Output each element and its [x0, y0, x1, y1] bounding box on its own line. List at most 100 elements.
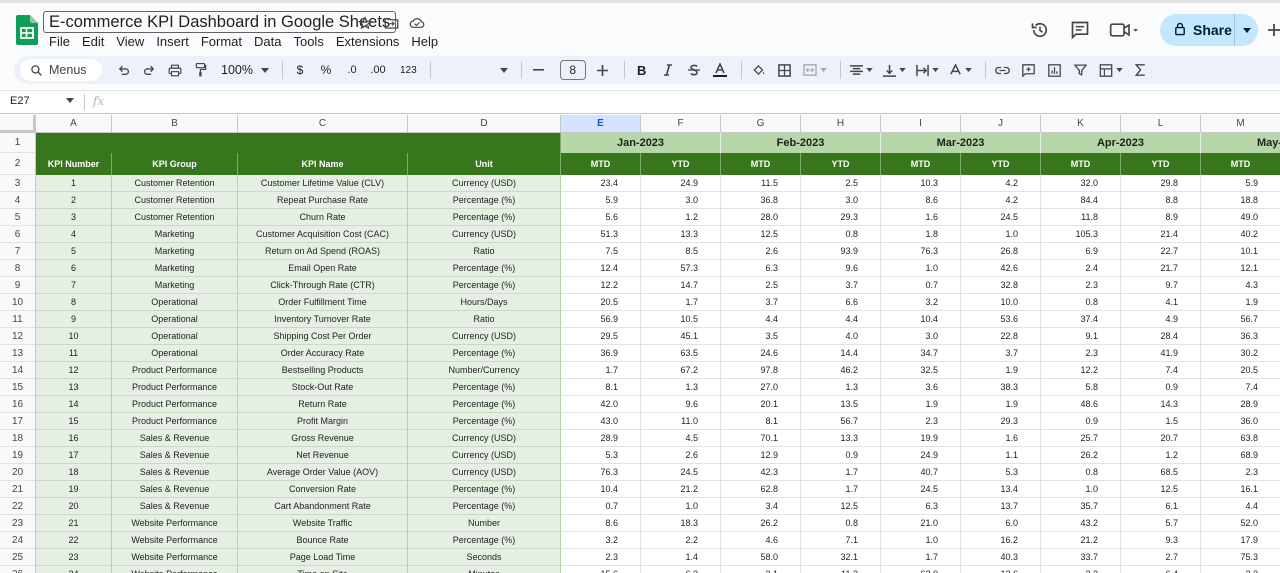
column-title-kpi-number[interactable]: KPI Number — [36, 153, 112, 175]
kpi-group-cell[interactable]: Website Performance — [112, 566, 238, 573]
value-cell[interactable]: 38.3 — [961, 379, 1041, 396]
kpi-name-cell[interactable]: Inventory Turnover Rate — [238, 311, 408, 328]
kpi-number-cell[interactable]: 12 — [36, 362, 112, 379]
value-cell[interactable]: 14.4 — [801, 345, 881, 362]
value-cell[interactable]: 6.3 — [721, 260, 801, 277]
menu-format[interactable]: Format — [195, 34, 248, 50]
unit-cell[interactable]: Percentage (%) — [408, 532, 561, 549]
value-cell[interactable]: 8.8 — [1121, 192, 1201, 209]
value-cell[interactable]: 22.7 — [1121, 243, 1201, 260]
value-cell[interactable]: 11.8 — [1041, 209, 1121, 226]
unit-cell[interactable]: Percentage (%) — [408, 413, 561, 430]
value-cell[interactable]: 56.7 — [1201, 311, 1280, 328]
kpi-number-cell[interactable]: 21 — [36, 515, 112, 532]
value-cell[interactable]: 41.9 — [1121, 345, 1201, 362]
value-cell[interactable]: 26.2 — [1041, 447, 1121, 464]
font-size-input[interactable]: 8 — [559, 60, 586, 80]
plus-icon[interactable] — [1258, 13, 1280, 47]
value-cell[interactable]: 2.3 — [881, 413, 961, 430]
value-cell[interactable]: 1.9 — [961, 362, 1041, 379]
menu-file[interactable]: File — [43, 34, 76, 50]
sub-header-mtd[interactable]: MTD — [1041, 153, 1121, 175]
kpi-number-cell[interactable]: 18 — [36, 464, 112, 481]
value-cell[interactable]: 5.9 — [561, 192, 641, 209]
value-cell[interactable]: 28.4 — [1121, 328, 1201, 345]
kpi-group-cell[interactable]: Sales & Revenue — [112, 447, 238, 464]
unit-cell[interactable]: Currency (USD) — [408, 226, 561, 243]
value-cell[interactable]: 13.3 — [801, 430, 881, 447]
value-cell[interactable]: 13.3 — [641, 226, 721, 243]
value-cell[interactable]: 7.4 — [1121, 362, 1201, 379]
kpi-number-cell[interactable]: 7 — [36, 277, 112, 294]
value-cell[interactable]: 12.1 — [1201, 260, 1280, 277]
value-cell[interactable]: 12.4 — [561, 260, 641, 277]
value-cell[interactable]: 9.3 — [1121, 532, 1201, 549]
kpi-name-cell[interactable]: Average Order Value (AOV) — [238, 464, 408, 481]
value-cell[interactable]: 32.1 — [801, 549, 881, 566]
kpi-group-cell[interactable]: Marketing — [112, 226, 238, 243]
value-cell[interactable]: 2.4 — [1041, 260, 1121, 277]
kpi-name-cell[interactable]: Bestselling Products — [238, 362, 408, 379]
value-cell[interactable]: 37.4 — [1041, 311, 1121, 328]
filter-icon[interactable] — [1070, 58, 1092, 82]
kpi-name-cell[interactable]: Customer Acquisition Cost (CAC) — [238, 226, 408, 243]
value-cell[interactable]: 2.3 — [1041, 345, 1121, 362]
kpi-number-cell[interactable]: 14 — [36, 396, 112, 413]
unit-cell[interactable]: Percentage (%) — [408, 379, 561, 396]
spreadsheet-grid[interactable]: A B C D E F G H I J K L M 1 2 3 4 5 6 7 8 9 10 11 12 13 14 15 16 17 18… — [0, 115, 1280, 573]
row-header[interactable]: 20 — [0, 464, 36, 481]
value-cell[interactable]: 21.7 — [1121, 260, 1201, 277]
value-cell[interactable]: 6.3 — [641, 566, 721, 573]
bold-button[interactable]: B — [631, 58, 653, 82]
value-cell[interactable]: 16.1 — [1201, 481, 1280, 498]
value-cell[interactable]: 1.5 — [1121, 413, 1201, 430]
kpi-name-cell[interactable]: Click-Through Rate (CTR) — [238, 277, 408, 294]
kpi-name-cell[interactable]: Stock-Out Rate — [238, 379, 408, 396]
kpi-number-cell[interactable]: 2 — [36, 192, 112, 209]
value-cell[interactable]: 9.7 — [1121, 277, 1201, 294]
value-cell[interactable]: 18.8 — [1201, 192, 1280, 209]
value-cell[interactable]: 22.8 — [961, 328, 1041, 345]
kpi-number-cell[interactable]: 19 — [36, 481, 112, 498]
value-cell[interactable]: 1.0 — [961, 226, 1041, 243]
value-cell[interactable]: 32.5 — [881, 362, 961, 379]
row-header[interactable]: 25 — [0, 549, 36, 566]
value-cell[interactable]: 16.2 — [961, 532, 1041, 549]
row-header[interactable]: 15 — [0, 379, 36, 396]
value-cell[interactable]: 4.4 — [721, 311, 801, 328]
value-cell[interactable]: 3.0 — [881, 328, 961, 345]
kpi-number-cell[interactable]: 20 — [36, 498, 112, 515]
column-title-kpi-name[interactable]: KPI Name — [238, 153, 408, 175]
kpi-group-cell[interactable]: Sales & Revenue — [112, 464, 238, 481]
column-header-i[interactable]: I — [881, 115, 961, 133]
column-header-e[interactable]: E — [561, 115, 641, 133]
unit-cell[interactable]: Currency (USD) — [408, 430, 561, 447]
sub-header-mtd[interactable]: MTD — [1201, 153, 1280, 175]
sub-header-mtd[interactable]: MTD — [721, 153, 801, 175]
value-cell[interactable]: 7.4 — [1201, 379, 1280, 396]
kpi-name-cell[interactable]: Profit Margin — [238, 413, 408, 430]
value-cell[interactable]: 29.5 — [561, 328, 641, 345]
value-cell[interactable]: 1.7 — [801, 464, 881, 481]
strikethrough-icon[interactable] — [683, 58, 705, 82]
value-cell[interactable]: 10.0 — [961, 294, 1041, 311]
value-cell[interactable]: 5.7 — [1121, 515, 1201, 532]
unit-cell[interactable]: Currency (USD) — [408, 447, 561, 464]
horizontal-align-icon[interactable] — [847, 58, 876, 82]
select-all-corner[interactable] — [0, 115, 36, 133]
value-cell[interactable]: 0.9 — [1121, 379, 1201, 396]
value-cell[interactable]: 1.6 — [881, 209, 961, 226]
value-cell[interactable]: 6.1 — [1121, 498, 1201, 515]
value-cell[interactable]: 56.7 — [801, 413, 881, 430]
value-cell[interactable]: 4.2 — [961, 175, 1041, 192]
increase-font-size-icon[interactable] — [592, 58, 614, 82]
value-cell[interactable]: 14.7 — [641, 277, 721, 294]
value-cell[interactable]: 3.2 — [881, 294, 961, 311]
row-header[interactable]: 10 — [0, 294, 36, 311]
kpi-name-cell[interactable]: Website Traffic — [238, 515, 408, 532]
column-title-unit[interactable]: Unit — [408, 153, 561, 175]
column-header-c[interactable]: C — [238, 115, 408, 133]
value-cell[interactable]: 12.5 — [721, 226, 801, 243]
value-cell[interactable]: 19.9 — [881, 430, 961, 447]
value-cell[interactable]: 93.9 — [801, 243, 881, 260]
